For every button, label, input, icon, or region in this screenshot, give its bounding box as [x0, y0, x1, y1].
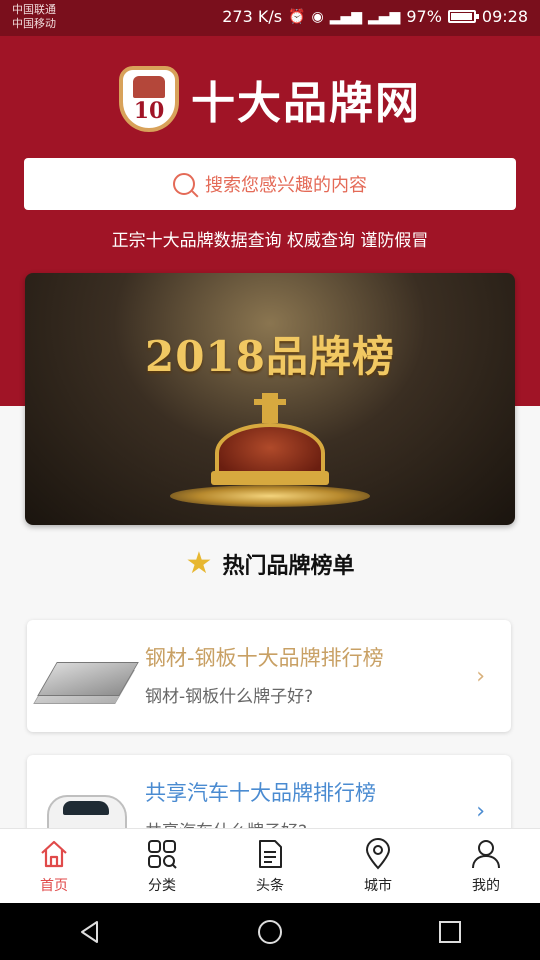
system-nav-bar	[0, 903, 540, 960]
search-placeholder: 搜索您感兴趣的内容	[205, 175, 367, 196]
eye-icon: ◉	[311, 8, 324, 25]
logo-badge-number: 10	[133, 98, 165, 124]
list-item-title: 共享汽车十大品牌排行榜	[145, 781, 376, 805]
steel-plate-thumbnail	[33, 640, 139, 710]
section-header: ★ 热门品牌榜单	[0, 548, 540, 580]
chevron-right-icon: ›	[476, 799, 485, 824]
crown-band	[211, 471, 329, 485]
star-icon: ★	[185, 546, 213, 581]
net-speed: 273 K/s	[222, 7, 283, 26]
signal-2g-icon: ▂▄▆	[368, 8, 401, 25]
nav-headlines[interactable]: 头条	[216, 829, 324, 903]
battery-fill	[450, 13, 473, 20]
signal-4g-icon: ▂▄▆	[329, 8, 363, 25]
home-icon	[37, 837, 71, 871]
alarm-icon: ⏰	[288, 8, 306, 25]
chevron-right-icon: ›	[476, 664, 485, 689]
search-bar[interactable]: 搜索您感兴趣的内容	[24, 158, 516, 210]
nav-label: 我的	[472, 878, 500, 894]
nav-home[interactable]: 首页	[0, 829, 108, 903]
status-indicators: 273 K/s ⏰ ◉ ▂▄▆ ▂▄▆ 97% 09:28	[222, 7, 528, 26]
home-circle-icon[interactable]	[240, 912, 300, 952]
steel-plate-front	[37, 662, 139, 696]
stage-platform	[170, 485, 370, 507]
nav-mine[interactable]: 我的	[432, 829, 540, 903]
nav-label: 头条	[256, 878, 284, 894]
logo-badge-icon: 10	[119, 66, 179, 132]
status-bar: 中国联通 中国移动 273 K/s ⏰ ◉ ▂▄▆ ▂▄▆ 97% 09:28	[0, 0, 540, 36]
nav-label: 分类	[148, 878, 176, 894]
list-item-subtitle: 钢材-钢板什么牌子好?	[145, 687, 314, 707]
car-windshield	[63, 801, 109, 815]
search-icon	[173, 173, 195, 195]
tagline: 正宗十大品牌数据查询 权威查询 谨防假冒	[111, 231, 429, 251]
document-icon	[253, 837, 287, 871]
bottom-nav: 首页 分类 头条 城市 我的	[0, 828, 540, 903]
battery-percent: 97%	[406, 7, 442, 26]
carrier-names: 中国联通 中国移动	[12, 3, 56, 31]
nav-label: 城市	[364, 878, 392, 894]
back-icon[interactable]	[60, 912, 120, 952]
location-pin-icon	[361, 837, 395, 871]
nav-label: 首页	[40, 878, 68, 894]
nav-city[interactable]: 城市	[324, 829, 432, 903]
grid-search-icon	[145, 837, 179, 871]
user-icon	[469, 837, 503, 871]
recents-square-icon[interactable]	[420, 912, 480, 952]
list-item[interactable]: 钢材-钢板十大品牌排行榜 钢材-钢板什么牌子好? ›	[27, 620, 511, 732]
clock: 09:28	[481, 7, 528, 26]
promo-banner[interactable]: 2018品牌榜	[25, 273, 515, 525]
carrier-1: 中国联通	[12, 3, 56, 16]
list-item-title: 钢材-钢板十大品牌排行榜	[145, 646, 384, 670]
section-title: 热门品牌榜单	[222, 554, 355, 579]
logo-figure	[133, 76, 165, 98]
carrier-2: 中国移动	[12, 17, 56, 30]
battery-icon	[447, 10, 479, 23]
crown-cross	[254, 393, 286, 423]
logo-text: 十大品牌网	[191, 78, 421, 129]
nav-category[interactable]: 分类	[108, 829, 216, 903]
logo[interactable]: 10 十大品牌网	[0, 66, 540, 132]
banner-title: 2018品牌榜	[145, 332, 395, 381]
